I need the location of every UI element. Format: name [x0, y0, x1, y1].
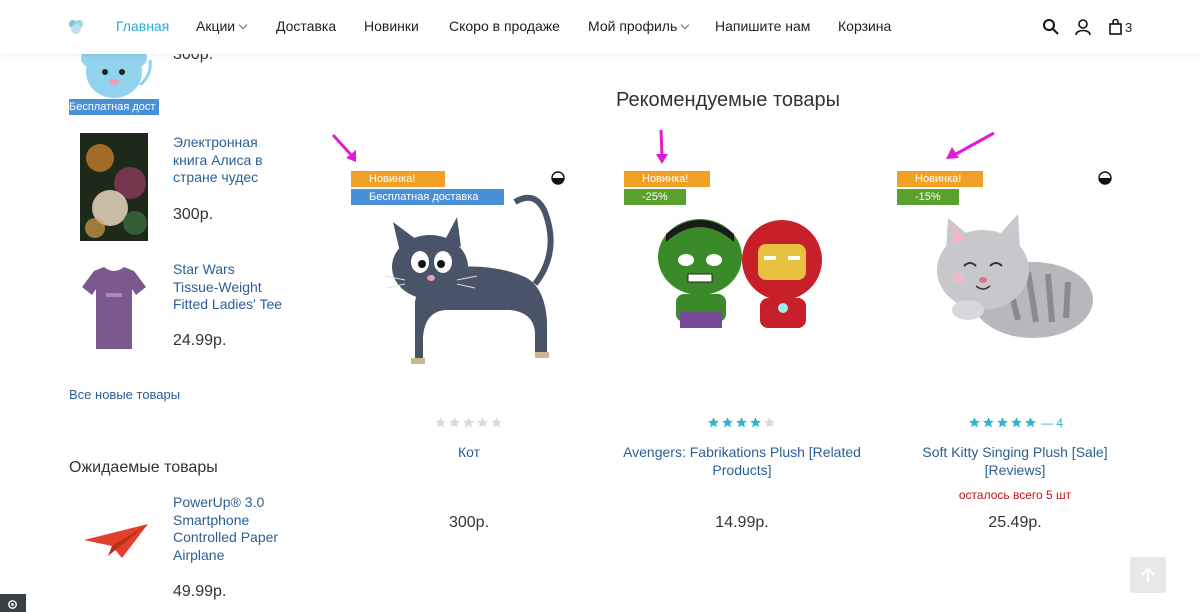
- product-image-cat[interactable]: [385, 192, 560, 370]
- new-badge: Новинка!: [351, 171, 445, 187]
- all-new-products-link[interactable]: Все новые товары: [69, 387, 180, 402]
- stock-note: осталось всего 5 шт: [958, 488, 1072, 502]
- star-icon: [750, 417, 761, 428]
- rating-stars: [434, 416, 503, 429]
- chevron-down-icon: [681, 20, 690, 30]
- upcoming-products-heading: Ожидаемые товары: [69, 459, 218, 476]
- featured-products-heading: Рекомендуемые товары: [616, 89, 841, 111]
- product-price: 300р.: [448, 514, 490, 531]
- sidebar-product-title[interactable]: Электронная книга Алиса в стране чудес: [173, 134, 278, 187]
- star-icon: [1025, 417, 1036, 428]
- nav-delivery[interactable]: Доставка: [276, 18, 336, 34]
- annotation-arrow: [656, 129, 668, 164]
- review-count[interactable]: — 4: [1041, 416, 1063, 430]
- free-shipping-badge: Бесплатная дост: [69, 99, 159, 115]
- star-icon: [997, 417, 1008, 428]
- annotation-arrow: [946, 131, 995, 159]
- discount-badge: -15%: [897, 189, 959, 205]
- star-icon: [463, 417, 474, 428]
- star-icon: [708, 417, 719, 428]
- star-icon: [1011, 417, 1022, 428]
- rating-stars: [707, 416, 776, 429]
- product-thumbnail-tshirt[interactable]: [80, 265, 148, 353]
- search-icon[interactable]: [1042, 18, 1060, 36]
- sidebar-product-price: 49.99р.: [173, 583, 227, 600]
- sidebar-product-title[interactable]: Star Wars Tissue-Weight Fitted Ladies' T…: [173, 261, 283, 314]
- product-title[interactable]: Кот: [349, 443, 589, 461]
- discount-badge: -25%: [624, 189, 686, 205]
- star-icon: [736, 417, 747, 428]
- star-icon: [764, 417, 775, 428]
- new-badge: Новинка!: [897, 171, 983, 187]
- sidebar-product-title[interactable]: PowerUp® 3.0 Smartphone Controlled Paper…: [173, 494, 283, 564]
- star-icon: [435, 417, 446, 428]
- product-title[interactable]: Avengers: Fabrikations Plush [Related Pr…: [622, 443, 862, 479]
- nav-cart[interactable]: Корзина: [838, 18, 891, 34]
- star-icon: [969, 417, 980, 428]
- sidebar-product-price: 300р.: [173, 206, 214, 223]
- top-navigation-bar: Главная Акции Доставка Новинки Скоро в п…: [0, 0, 1201, 54]
- scroll-top-icon: [1141, 567, 1155, 582]
- star-icon: [491, 417, 502, 428]
- settings-button[interactable]: [0, 594, 26, 612]
- nav-promotions[interactable]: Акции: [196, 18, 248, 34]
- product-price: 25.49р.: [988, 514, 1042, 531]
- star-icon: [983, 417, 994, 428]
- product-image-soft-kitty[interactable]: [928, 210, 1098, 345]
- cart-icon[interactable]: [1107, 18, 1125, 36]
- nav-home[interactable]: Главная: [116, 18, 169, 34]
- nav-new[interactable]: Новинки: [364, 18, 419, 34]
- star-icon: [449, 417, 460, 428]
- annotation-arrow: [331, 133, 356, 162]
- nav-coming-soon[interactable]: Скоро в продаже: [449, 18, 560, 34]
- product-thumbnail-paper-airplane[interactable]: [82, 520, 150, 562]
- sidebar-product-price: 24.99р.: [173, 332, 227, 349]
- new-badge: Новинка!: [624, 171, 710, 187]
- product-price: 14.99р.: [715, 514, 769, 531]
- scroll-top-button[interactable]: [1130, 557, 1166, 593]
- nav-my-profile[interactable]: Мой профиль: [588, 18, 690, 34]
- chevron-down-icon: [238, 20, 248, 30]
- gear-icon: [8, 600, 17, 609]
- product-thumbnail-alice-book[interactable]: [80, 133, 148, 241]
- logo-icon[interactable]: [68, 19, 84, 35]
- product-image-avengers-plush[interactable]: [652, 212, 830, 334]
- star-icon: [722, 417, 733, 428]
- product-title[interactable]: Soft Kitty Singing Plush [Sale] [Reviews…: [895, 443, 1135, 479]
- compare-icon[interactable]: [1098, 171, 1112, 185]
- star-icon: [477, 417, 488, 428]
- rating-stars: [968, 416, 1037, 429]
- nav-contact[interactable]: Напишите нам: [715, 18, 810, 34]
- compare-icon[interactable]: [551, 171, 565, 185]
- user-icon[interactable]: [1074, 18, 1092, 36]
- cart-count: 3: [1125, 20, 1133, 35]
